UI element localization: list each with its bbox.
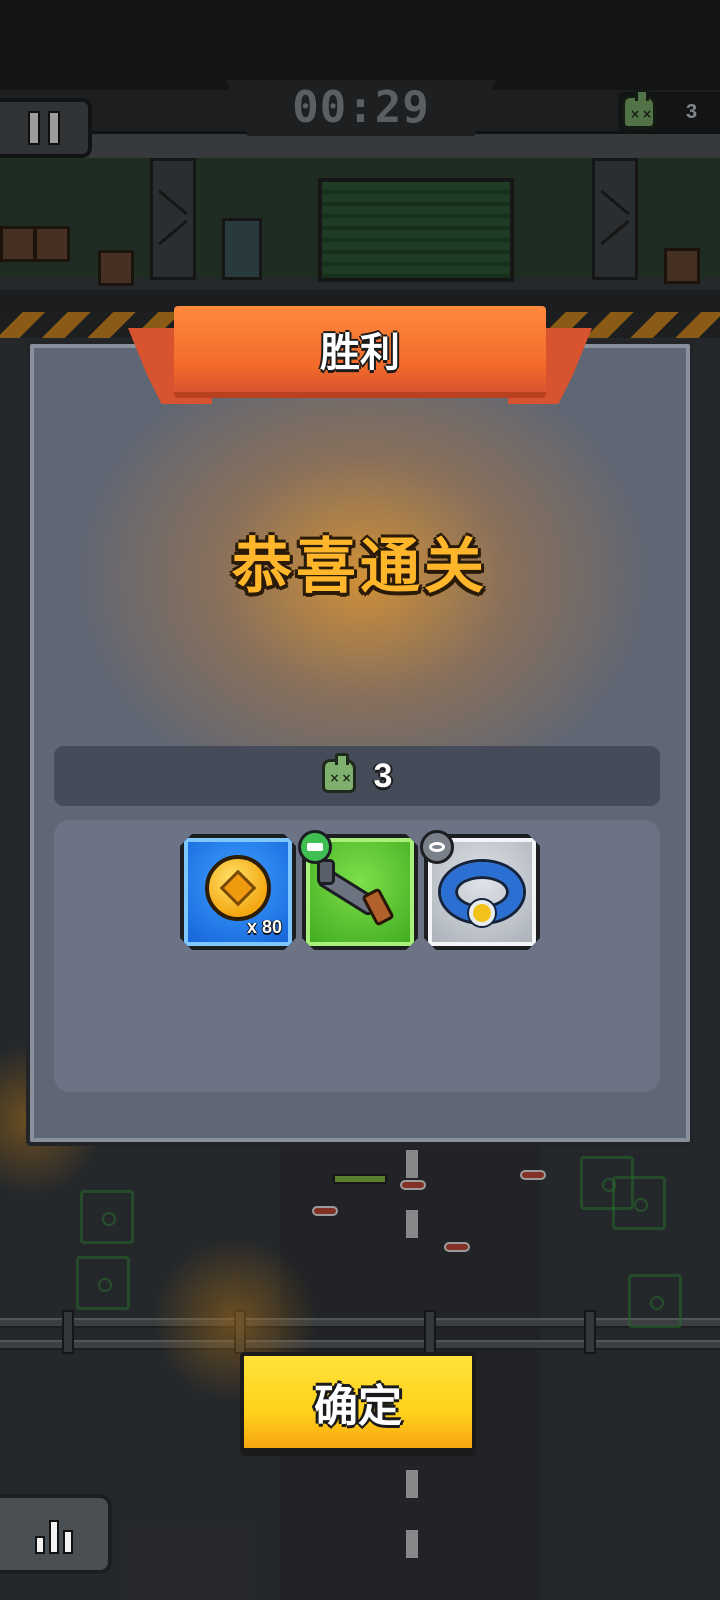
collar-category-icon	[420, 830, 454, 864]
reward-item-collar[interactable]	[420, 830, 540, 950]
victory-headline: 恭喜通关	[232, 532, 488, 602]
pistol-icon	[315, 847, 405, 937]
kill-summary-value: 3	[373, 756, 393, 795]
confirm-button-label: 确定	[314, 1381, 402, 1432]
reward-card: x 80	[180, 834, 296, 950]
reward-panel: x 80	[54, 820, 660, 1092]
victory-ribbon: 胜利	[128, 306, 592, 410]
collar-icon	[441, 862, 523, 922]
weapon-category-icon	[298, 830, 332, 864]
reward-item-weapon[interactable]	[298, 830, 418, 950]
victory-title: 胜利	[320, 330, 400, 376]
kill-summary-row: × × 3	[54, 746, 660, 806]
victory-dialog: 恭喜通关 × × 3 x 80	[26, 340, 694, 1146]
reward-list: x 80	[180, 830, 540, 950]
victory-dialog-body: 恭喜通关 × × 3 x 80	[30, 344, 690, 1142]
bar-chart-icon	[35, 1536, 45, 1554]
confirm-button[interactable]: 确定	[240, 1352, 476, 1456]
coin-icon	[205, 855, 271, 921]
reward-item-coin[interactable]: x 80	[180, 834, 296, 950]
zombie-head-icon: × ×	[321, 753, 356, 793]
reward-quantity: x 80	[246, 917, 282, 937]
stats-button[interactable]	[0, 1494, 112, 1574]
